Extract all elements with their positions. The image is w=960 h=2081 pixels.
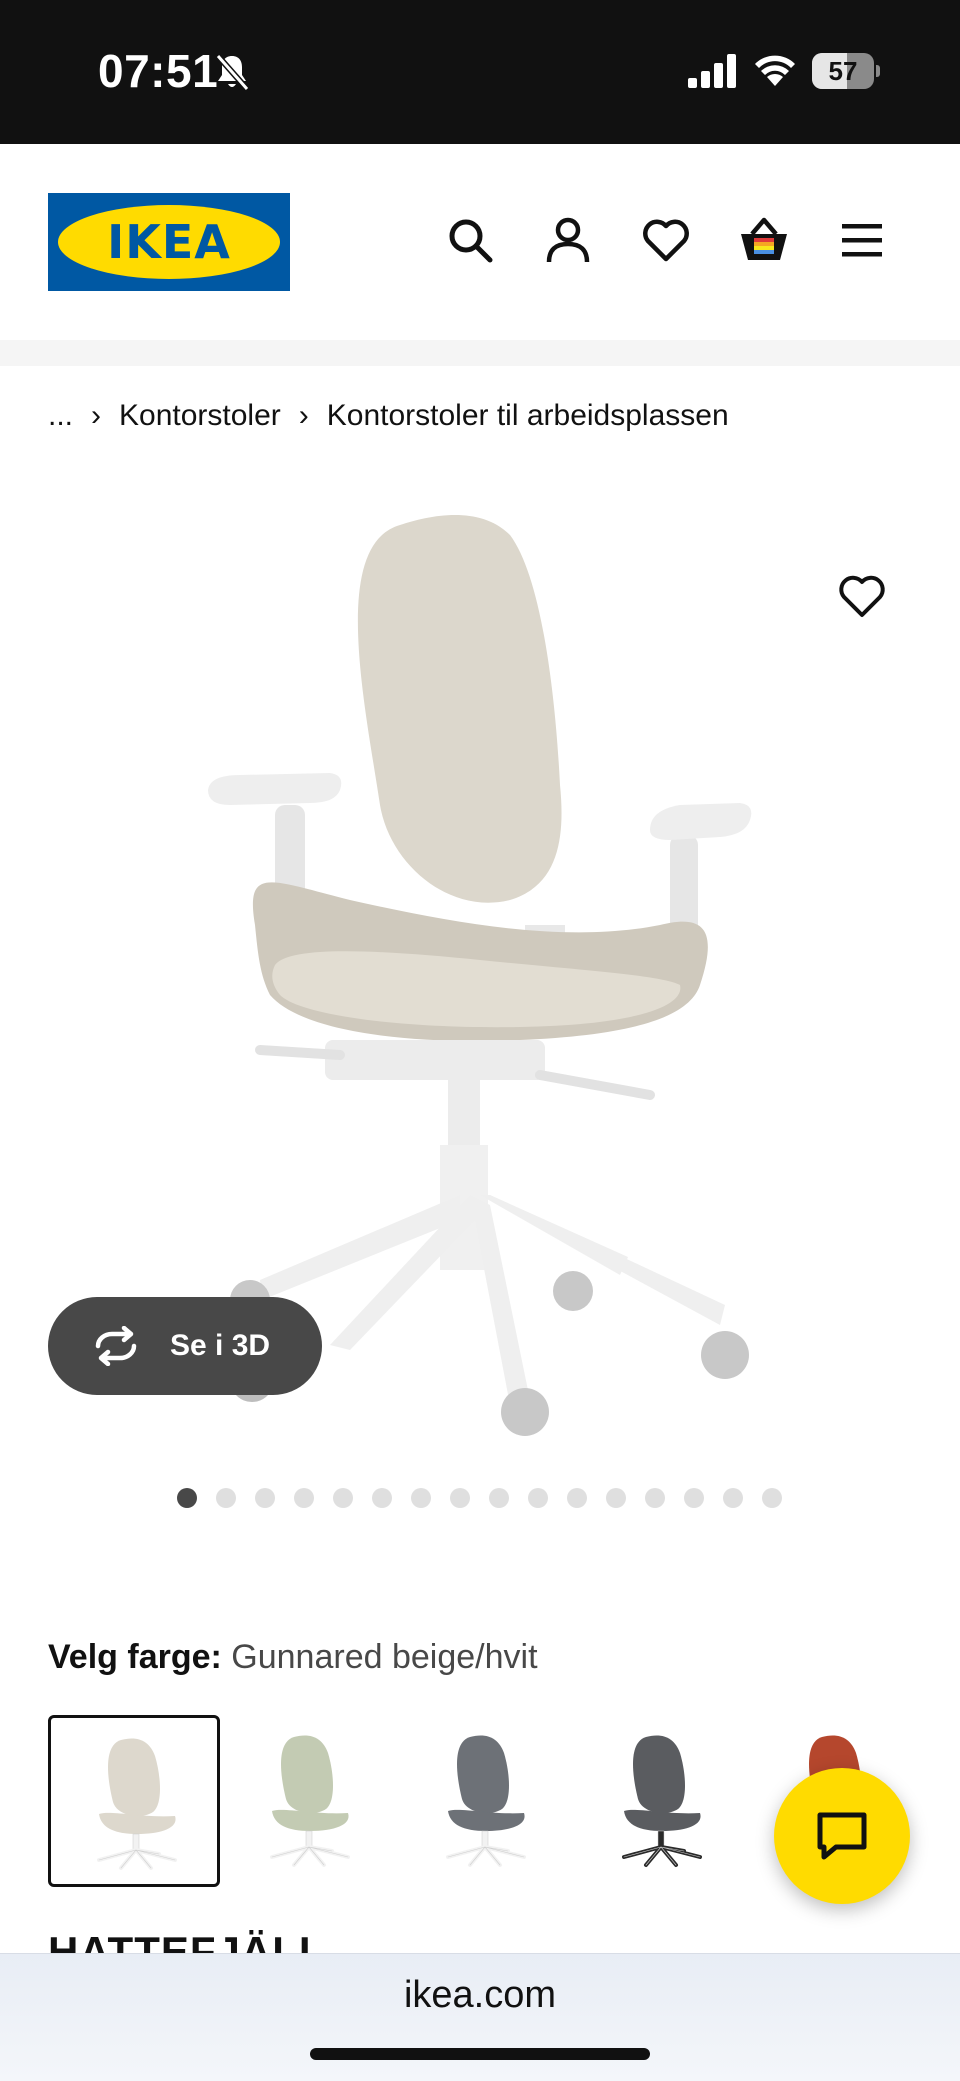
- chat-icon: [817, 1812, 867, 1860]
- battery-indicator: 57: [812, 53, 880, 89]
- view-in-3d-button[interactable]: Se i 3D: [48, 1297, 322, 1395]
- basket-icon[interactable]: [738, 214, 790, 266]
- chat-button[interactable]: [774, 1768, 910, 1904]
- search-icon[interactable]: [444, 214, 496, 266]
- carousel-dots: [177, 1488, 801, 1508]
- carousel-dot[interactable]: [294, 1488, 314, 1508]
- carousel-dot[interactable]: [489, 1488, 509, 1508]
- color-swatch[interactable]: [48, 1715, 220, 1887]
- color-swatch[interactable]: [224, 1715, 396, 1887]
- header-divider: [0, 340, 960, 366]
- view-in-3d-label: Se i 3D: [170, 1329, 271, 1362]
- breadcrumb-item-workplace-chairs[interactable]: Kontorstoler til arbeidsplassen: [327, 399, 729, 433]
- chair-thumbnail: [97, 1738, 177, 1870]
- carousel-dot[interactable]: [372, 1488, 392, 1508]
- status-time: 07:51: [98, 45, 219, 97]
- favourites-icon[interactable]: [640, 214, 692, 266]
- add-to-favourites-icon[interactable]: [836, 570, 888, 622]
- home-indicator: [310, 2048, 650, 2060]
- carousel-dot[interactable]: [333, 1488, 353, 1508]
- battery-body: 57: [812, 53, 874, 89]
- carousel-dot[interactable]: [216, 1488, 236, 1508]
- chevron-right-icon: ›: [91, 399, 102, 432]
- color-swatch[interactable]: [400, 1715, 572, 1887]
- battery-cap: [876, 65, 880, 77]
- carousel-dot[interactable]: [762, 1488, 782, 1508]
- battery-percentage: 57: [828, 56, 858, 86]
- carousel-dot[interactable]: [411, 1488, 431, 1508]
- cellular-signal-icon: [688, 54, 736, 88]
- chair-thumbnail: [622, 1735, 702, 1867]
- breadcrumb-item-office-chairs[interactable]: Kontorstoler: [119, 399, 281, 433]
- carousel-dot[interactable]: [450, 1488, 470, 1508]
- carousel-dot[interactable]: [723, 1488, 743, 1508]
- carousel-dot[interactable]: [177, 1488, 197, 1508]
- bell-muted-icon: [215, 54, 250, 91]
- rotate-3d-icon: [95, 1326, 137, 1366]
- chair-thumbnail: [270, 1735, 350, 1867]
- carousel-dot[interactable]: [684, 1488, 704, 1508]
- ikea-logo[interactable]: IKEA: [48, 193, 290, 291]
- chevron-right-icon: ›: [298, 399, 309, 432]
- breadcrumb: ... › Kontorstoler › Kontorstoler til ar…: [48, 396, 729, 436]
- color-swatch[interactable]: [576, 1715, 748, 1887]
- carousel-dot[interactable]: [255, 1488, 275, 1508]
- browser-url-bar[interactable]: ikea.com: [0, 1953, 960, 2081]
- carousel-dot[interactable]: [528, 1488, 548, 1508]
- carousel-dot[interactable]: [567, 1488, 587, 1508]
- logo-text: IKEA: [107, 215, 231, 269]
- wifi-icon: [755, 55, 795, 86]
- url-text: ikea.com: [403, 1974, 557, 2016]
- carousel-dot[interactable]: [606, 1488, 626, 1508]
- color-value: Gunnared beige/hvit: [231, 1638, 538, 1676]
- color-label: Velg farge:: [48, 1638, 222, 1676]
- status-bar: 07:51 57: [0, 0, 960, 144]
- breadcrumb-ellipsis[interactable]: ...: [48, 399, 73, 433]
- color-heading: Velg farge: Gunnared beige/hvit: [48, 1638, 538, 1677]
- site-header: IKEA: [0, 144, 960, 340]
- menu-icon[interactable]: [836, 214, 888, 266]
- chair-thumbnail: [446, 1735, 526, 1867]
- carousel-dot[interactable]: [645, 1488, 665, 1508]
- account-icon[interactable]: [542, 214, 594, 266]
